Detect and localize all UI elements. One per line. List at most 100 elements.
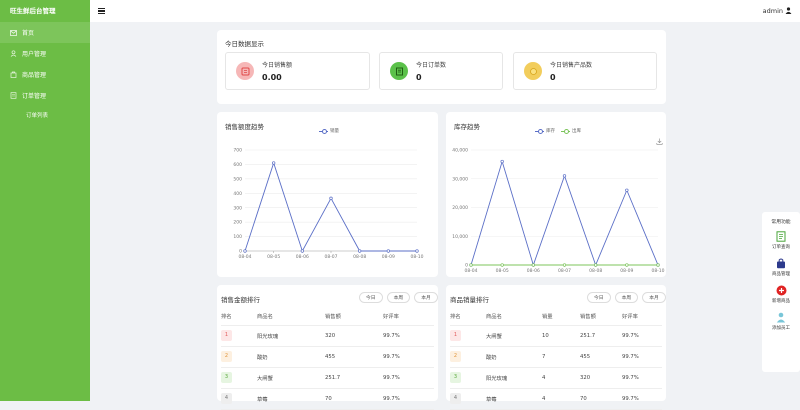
table-row[interactable]: 3 阳光玫瑰 4 320 99.7% bbox=[450, 367, 662, 389]
data-point bbox=[469, 263, 473, 267]
table-row[interactable]: 1 阳光玫瑰 320 99.7% bbox=[221, 325, 434, 347]
x-tick-label: 08-08 bbox=[589, 268, 602, 274]
rank-badge: 1 bbox=[450, 330, 461, 341]
y-tick-label: 700 bbox=[233, 148, 242, 154]
cell: 320 bbox=[325, 325, 383, 347]
cell: 99.7% bbox=[622, 388, 662, 410]
bag-icon bbox=[777, 258, 785, 269]
x-tick-label: 08-09 bbox=[382, 254, 395, 260]
sidebar-item-users[interactable]: 用户管理 bbox=[0, 43, 90, 64]
data-point bbox=[272, 161, 276, 165]
cell: 4 bbox=[542, 367, 580, 389]
stat-orders: 今日订单数 0 bbox=[379, 52, 503, 90]
data-point bbox=[329, 196, 333, 200]
rank-badge: 2 bbox=[221, 351, 232, 362]
table-row[interactable]: 2 酸奶 7 455 99.7% bbox=[450, 346, 662, 368]
sales-rank-title: 销售金额排行 bbox=[221, 296, 260, 304]
person-icon bbox=[776, 312, 786, 323]
table-row[interactable]: 4 草莓 70 99.7% bbox=[221, 388, 434, 410]
mail-icon bbox=[9, 29, 17, 37]
sidebar-sub-order-list[interactable]: 订单列表 bbox=[0, 106, 90, 124]
qty-rank-card: 商品销量排行 今日 本周 本月 排名 商品名 销量 销售额 好评率 1 大闸蟹 … bbox=[446, 285, 666, 410]
order-query-icon bbox=[776, 231, 786, 242]
rank-badge: 3 bbox=[450, 372, 461, 383]
qty-rank-tabs: 今日 本周 本月 bbox=[587, 292, 666, 303]
stat-value: 0 bbox=[416, 73, 422, 82]
sales-trend-card: 销售额度趋势 销量 0 100 200 300 400 500 600 700 08-04 08-… bbox=[217, 112, 438, 277]
topbar: admin bbox=[90, 0, 800, 22]
stat-sales: 今日销售额 0.00 bbox=[225, 52, 370, 90]
sales-trend-chart: 0 100 200 300 400 500 600 700 08-04 08-05 08-06 08-… bbox=[233, 148, 423, 260]
table-row[interactable]: 4 草莓 4 70 99.7% bbox=[450, 388, 662, 410]
tab-week[interactable]: 本周 bbox=[614, 292, 639, 303]
data-point bbox=[594, 263, 598, 267]
cell: 草莓 bbox=[486, 388, 542, 410]
tab-today[interactable]: 今日 bbox=[359, 292, 383, 303]
x-tick-label: 08-08 bbox=[353, 254, 366, 260]
table-row[interactable]: 1 大闸蟹 10 251.7 99.7% bbox=[450, 325, 662, 347]
quick-function-panel: 常用功能 订单查询 商品管理 新增商品 添加员工 bbox=[762, 212, 800, 372]
sidebar-item-goods[interactable]: 商品管理 bbox=[0, 64, 90, 85]
data-point bbox=[531, 263, 535, 267]
rank-badge: 4 bbox=[450, 393, 461, 404]
sidebar-item-label: 订单管理 bbox=[22, 93, 47, 100]
col-header: 排名 bbox=[450, 307, 486, 326]
sales-rank-tabs: 今日 本周 本月 bbox=[359, 292, 438, 303]
goods-icon bbox=[9, 71, 17, 79]
stock-trend-chart: 0 10,000 20,000 30,000 40,000 08-04 08-05 08-06… bbox=[452, 148, 664, 274]
x-tick-label: 08-05 bbox=[496, 268, 509, 274]
tab-month[interactable]: 本月 bbox=[414, 292, 438, 303]
user-menu[interactable]: admin bbox=[762, 6, 792, 16]
quick-goods-manage[interactable]: 商品管理 bbox=[762, 258, 800, 277]
stock-trend-card: 库存趋势 库存 出库 0 10,000 20,000 30,000 40,000 08-0… bbox=[446, 112, 666, 277]
tab-week[interactable]: 本周 bbox=[386, 292, 411, 303]
quick-add-goods[interactable]: 新增商品 bbox=[762, 285, 800, 304]
y-tick-label: 100 bbox=[233, 234, 242, 240]
sidebar-item-orders[interactable]: 订单管理 bbox=[0, 85, 90, 106]
cell: 阳光玫瑰 bbox=[486, 367, 542, 389]
tab-month[interactable]: 本月 bbox=[642, 292, 666, 303]
rank-badge: 1 bbox=[221, 330, 232, 341]
col-header: 好评率 bbox=[622, 307, 662, 326]
x-tick-label: 08-09 bbox=[620, 268, 633, 274]
x-tick-label: 08-06 bbox=[296, 254, 309, 260]
data-point bbox=[500, 263, 504, 267]
menu-toggle-icon[interactable] bbox=[98, 8, 105, 14]
x-tick-label: 08-07 bbox=[324, 254, 337, 260]
cell: 99.7% bbox=[383, 346, 434, 368]
today-stats-title: 今日数据显示 bbox=[225, 40, 264, 48]
data-point bbox=[243, 249, 247, 253]
cell: 99.7% bbox=[622, 346, 662, 368]
cell: 7 bbox=[542, 346, 580, 368]
x-tick-label: 08-10 bbox=[651, 268, 664, 274]
stat-label: 今日销售额 bbox=[262, 62, 293, 69]
quick-order-query[interactable]: 订单查询 bbox=[762, 231, 800, 250]
table-row[interactable]: 3 大闸蟹 251.7 99.7% bbox=[221, 367, 434, 389]
x-tick-label: 08-04 bbox=[238, 254, 251, 260]
cell: 99.7% bbox=[622, 367, 662, 389]
y-tick-label: 20,000 bbox=[452, 205, 468, 211]
cell: 251.7 bbox=[325, 367, 383, 389]
cell: 455 bbox=[580, 346, 622, 368]
cell: 4 bbox=[542, 388, 580, 410]
table-row[interactable]: 2 酸奶 455 99.7% bbox=[221, 346, 434, 368]
y-tick-label: 30,000 bbox=[452, 176, 468, 182]
tab-today[interactable]: 今日 bbox=[587, 292, 611, 303]
table-header: 排名 商品名 销售额 好评率 bbox=[221, 307, 434, 326]
x-tick-label: 08-04 bbox=[464, 268, 477, 274]
rank-badge: 4 bbox=[221, 393, 232, 404]
stat-products: 今日销售产品数 0 bbox=[513, 52, 657, 90]
username: admin bbox=[762, 7, 783, 15]
x-tick-label: 08-10 bbox=[410, 254, 423, 260]
sales-icon bbox=[236, 62, 254, 80]
data-point bbox=[625, 188, 629, 192]
sidebar-item-home[interactable]: 首页 bbox=[0, 22, 90, 43]
cell: 99.7% bbox=[383, 388, 434, 410]
x-tick-label: 08-07 bbox=[558, 268, 571, 274]
cell: 320 bbox=[580, 367, 622, 389]
quick-add-staff[interactable]: 添加员工 bbox=[762, 312, 800, 331]
quick-label: 添加员工 bbox=[772, 326, 790, 331]
orders-icon bbox=[390, 62, 408, 80]
table-header: 排名 商品名 销量 销售额 好评率 bbox=[450, 307, 662, 326]
col-header: 销售额 bbox=[325, 307, 383, 326]
